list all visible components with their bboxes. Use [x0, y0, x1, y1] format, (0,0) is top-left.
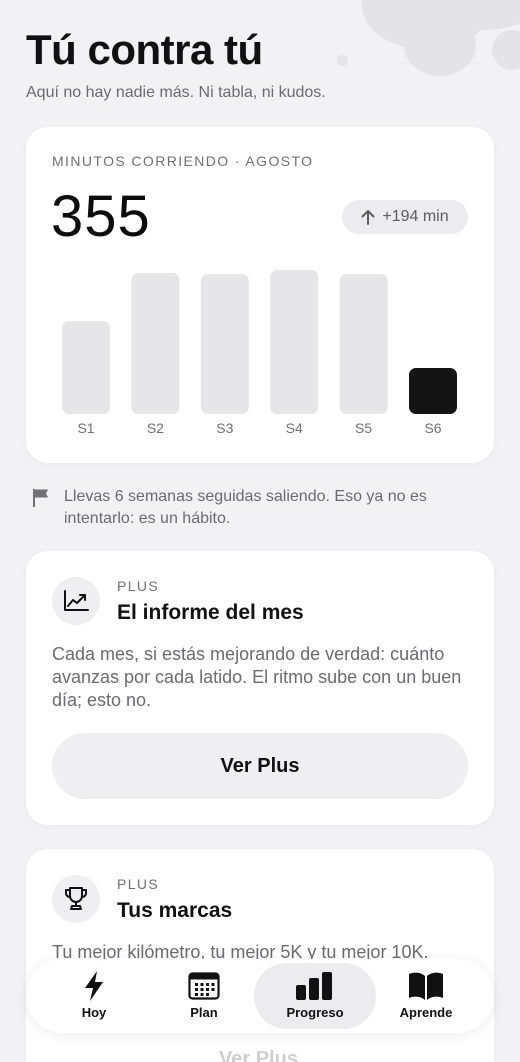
plus-kicker: PLUS [117, 876, 160, 892]
bar-s4 [270, 270, 319, 414]
bar-s1 [62, 321, 110, 414]
tab-label: Plan [190, 1005, 218, 1020]
tab-aprende[interactable]: Aprende [372, 963, 480, 1029]
tab-progreso[interactable]: Progreso [254, 963, 376, 1029]
see-plus-button[interactable]: Ver Plus [52, 733, 468, 799]
bar-s3 [200, 274, 249, 414]
chart-trend-icon [64, 590, 89, 611]
calendar-icon [188, 972, 220, 1000]
weekly-minutes-chart: S1 S2 S3 S4 S5 S6 [62, 270, 457, 436]
see-plus-button-hidden[interactable]: Ver Plus [219, 1048, 298, 1062]
flag-icon [33, 489, 48, 507]
plus-card-monthly-report: PLUS El informe del mes Cada mes, si est… [26, 551, 494, 825]
tab-label: Hoy [81, 1005, 107, 1020]
bar-s2 [131, 273, 180, 414]
plus-card-title: El informe del mes [117, 601, 304, 624]
streak-note: Llevas 6 semanas seguidas saliendo. Eso … [32, 486, 482, 530]
tab-hoy[interactable]: Hoy [40, 963, 148, 1029]
x-tick-label: S4 [286, 420, 303, 436]
bar-s6 [409, 368, 457, 414]
book-icon [409, 972, 443, 1000]
tab-plan[interactable]: Plan [150, 963, 258, 1029]
icon-badge [52, 875, 100, 923]
background-blob [492, 30, 520, 70]
bolt-icon [85, 971, 103, 1001]
running-minutes-card: MINUTOS CORRIENDO · AGOSTO 355 +194 min … [26, 127, 494, 463]
x-tick-label: S5 [355, 420, 372, 436]
x-tick-label: S6 [424, 420, 441, 436]
trophy-icon [64, 887, 88, 910]
tab-label: Aprende [399, 1005, 453, 1020]
bar-s5 [339, 274, 388, 414]
plus-kicker: PLUS [117, 578, 160, 594]
tab-label: Progreso [286, 1005, 344, 1020]
x-tick-label: S2 [147, 420, 164, 436]
page-title: Tú contra tú [26, 26, 263, 73]
plus-card-title: Tus marcas [117, 899, 233, 922]
page-subtitle: Aquí no hay nadie más. Ni tabla, ni kudo… [26, 84, 326, 101]
background-blob [404, 14, 476, 76]
bar-chart-icon [296, 972, 332, 1000]
plus-card-body: Cada mes, si estás mejorando de verdad: … [52, 644, 462, 710]
x-tick-label: S3 [216, 420, 233, 436]
streak-text: Llevas 6 semanas seguidas saliendo. Eso … [64, 488, 427, 527]
icon-badge [52, 577, 100, 625]
tab-bar: Hoy Plan Progreso Aprende [26, 959, 494, 1033]
x-tick-label: S1 [77, 420, 94, 436]
background-blob [337, 55, 348, 66]
